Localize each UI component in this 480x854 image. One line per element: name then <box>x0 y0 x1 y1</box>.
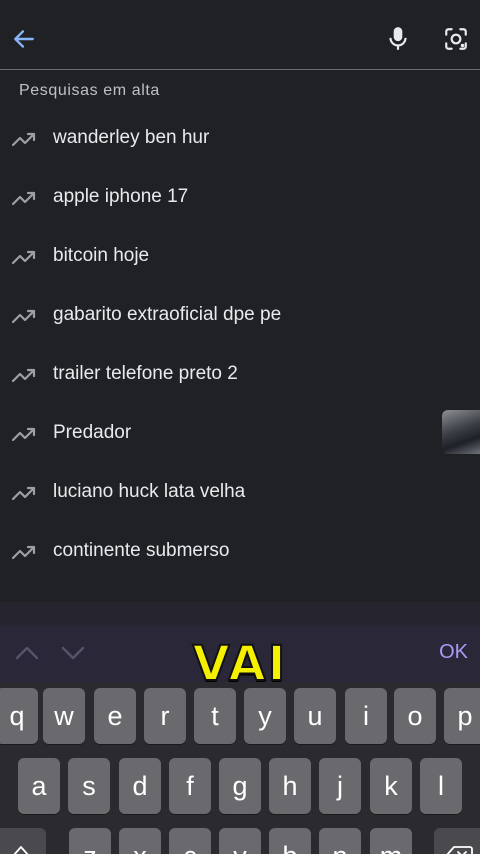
trending-title: Pesquisas em alta <box>19 82 160 99</box>
trending-up-icon <box>11 191 36 206</box>
key-k[interactable]: k <box>370 758 412 814</box>
key-p[interactable]: p <box>444 688 480 744</box>
key-n[interactable]: n <box>319 828 361 854</box>
key-h[interactable]: h <box>269 758 311 814</box>
arrow-left-icon <box>14 30 34 48</box>
suggestion-label: apple iphone 17 <box>53 186 189 207</box>
backspace-icon <box>446 846 473 854</box>
key-s[interactable]: s <box>68 758 110 814</box>
trending-up-icon <box>11 427 36 442</box>
back-button[interactable] <box>4 19 44 59</box>
key-f[interactable]: f <box>169 758 211 814</box>
key-o[interactable]: o <box>394 688 436 744</box>
trending-up-icon <box>11 132 36 147</box>
suggestion-item[interactable]: apple iphone 17 <box>0 169 480 228</box>
shift-icon <box>13 846 29 854</box>
suggestion-item[interactable]: continente submerso <box>0 523 480 582</box>
suggestion-item[interactable]: gabarito extraoficial dpe pe <box>0 287 480 346</box>
key-a[interactable]: a <box>18 758 60 814</box>
trending-up-icon <box>11 486 36 501</box>
lens-search-button[interactable] <box>436 19 476 59</box>
suggestion-label: trailer telefone preto 2 <box>53 363 238 384</box>
suggestion-label: luciano huck lata velha <box>53 481 246 502</box>
key-t[interactable]: t <box>194 688 236 744</box>
key-l[interactable]: l <box>420 758 462 814</box>
trending-up-icon <box>11 250 36 265</box>
key-e[interactable]: e <box>94 688 136 744</box>
key-d[interactable]: d <box>119 758 161 814</box>
key-z[interactable]: z <box>69 828 111 854</box>
key-x[interactable]: x <box>119 828 161 854</box>
key-m[interactable]: m <box>370 828 412 854</box>
suggestion-label: gabarito extraoficial dpe pe <box>53 304 282 325</box>
trending-up-icon <box>11 368 36 383</box>
key-w[interactable]: w <box>43 688 85 744</box>
key-y[interactable]: y <box>244 688 286 744</box>
trending-up-icon <box>11 309 36 324</box>
backspace-key[interactable] <box>434 828 480 854</box>
voice-search-button[interactable] <box>378 19 418 59</box>
keyboard: q w e r t y u i o p a s d f g h j k l z … <box>0 682 480 854</box>
suggestion-item[interactable]: trailer telefone preto 2 <box>0 346 480 405</box>
screen: Pesquisas em alta wanderley ben hur appl… <box>0 0 480 854</box>
key-u[interactable]: u <box>294 688 336 744</box>
suggestion-item[interactable]: Predador <box>0 405 480 464</box>
suggestion-label: wanderley ben hur <box>53 127 210 148</box>
keyboard-divider <box>0 602 480 626</box>
suggestion-item[interactable]: luciano huck lata velha <box>0 464 480 523</box>
key-g[interactable]: g <box>219 758 261 814</box>
search-bar[interactable] <box>0 0 480 70</box>
mic-icon <box>389 27 407 50</box>
key-q[interactable]: q <box>0 688 38 744</box>
suggestion-label: bitcoin hoje <box>53 245 150 266</box>
key-i[interactable]: i <box>345 688 387 744</box>
key-c[interactable]: c <box>169 828 211 854</box>
thumbnail-image[interactable] <box>442 410 480 454</box>
key-r[interactable]: r <box>144 688 186 744</box>
trending-up-icon <box>11 545 36 560</box>
suggestion-item[interactable]: wanderley ben hur <box>0 110 480 169</box>
suggestion-label: Predador <box>53 422 132 443</box>
suggestion-list: wanderley ben hur apple iphone 17 bitcoi… <box>0 110 480 602</box>
key-v[interactable]: v <box>219 828 261 854</box>
camera-lens-icon <box>445 28 467 50</box>
key-j[interactable]: j <box>319 758 361 814</box>
key-b[interactable]: b <box>269 828 311 854</box>
shift-key[interactable] <box>0 828 46 854</box>
suggestion-label: continente submerso <box>53 540 230 561</box>
suggestion-item[interactable]: bitcoin hoje <box>0 228 480 287</box>
